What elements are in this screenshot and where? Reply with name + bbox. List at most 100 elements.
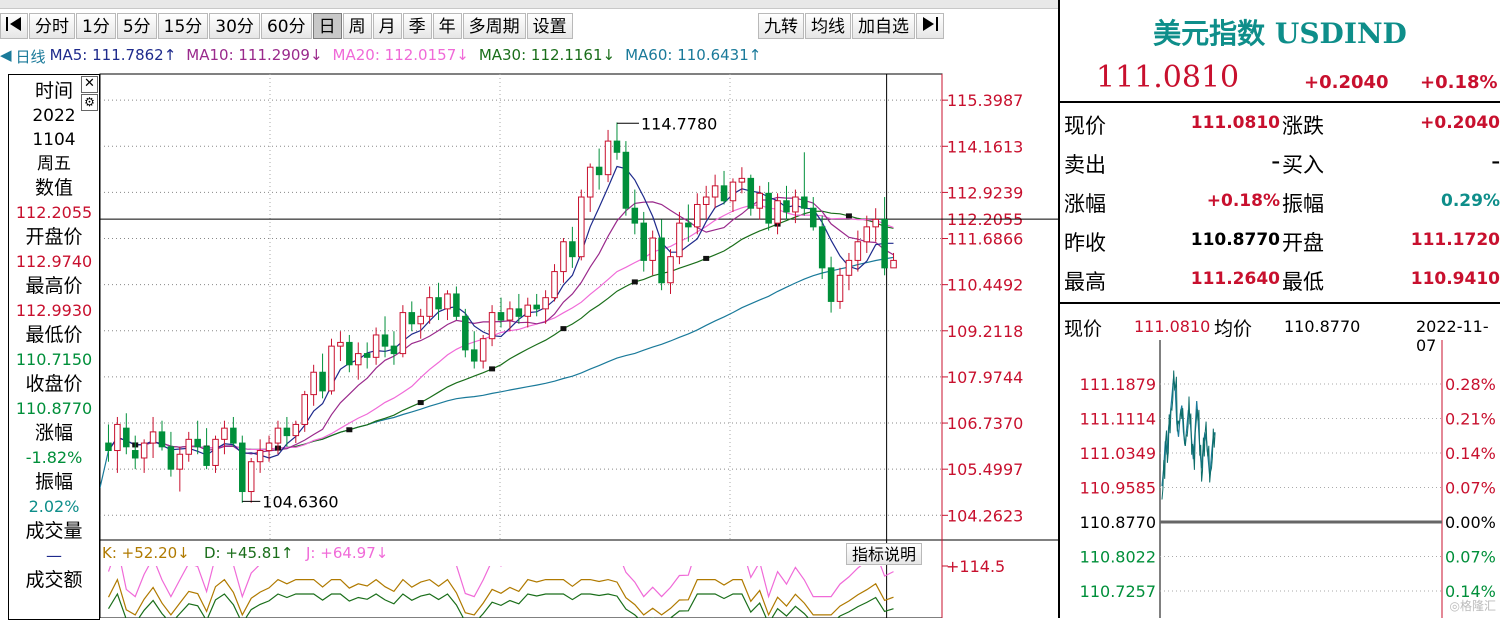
last-price: 111.0810 [1096,60,1239,95]
minute-pct-label: 0.00% [1445,513,1496,532]
candle-body [373,335,379,357]
price-axis-label: 104.2623 [947,506,1023,525]
candle-body [659,238,665,283]
minute-detail-line [1162,371,1215,500]
data-window-label: 数值 [9,176,99,201]
candle-body [605,141,611,175]
candle-body [338,342,344,346]
kdj-legend-item: K: +52.20↓ [102,544,190,562]
indicator-help-button[interactable]: 指标说明 [846,543,922,565]
price-axis-label: 114.1613 [947,137,1023,156]
quote-row: 最高111.2640最低110.9410 [1060,260,1500,298]
kdj-k-line [109,580,894,615]
data-window-label: 最高价 [9,274,99,299]
candle-body [231,428,237,443]
price-axis-label: 109.2118 [947,322,1023,341]
candle-body [159,432,165,447]
price-axis-label: 115.3987 [947,91,1023,110]
price-change-pct: +0.18% [1420,72,1498,93]
data-window-label: 成交额 [9,568,99,593]
candle-body [454,294,460,316]
price-axis-label: 106.7370 [947,414,1023,433]
minute-price-label: 111.1879 [1080,375,1156,394]
quote-value: 111.1720 [1411,230,1500,250]
candle-body [204,447,210,466]
candle-body [364,354,370,358]
divider [1060,302,1500,304]
kline-chart[interactable]: 115.3987114.1613112.9239112.2055111.6866… [0,0,1058,618]
plot-frame [100,74,942,618]
minute-price-label: 111.1114 [1080,410,1156,429]
candle-body [641,223,647,260]
data-window-value: 110.7150 [9,348,99,372]
candle-body [873,219,879,226]
candle-body [186,439,192,454]
candle-body [739,178,745,182]
minute-pct-label: 0.28% [1445,375,1496,394]
data-window-label: 成交量 [9,519,99,544]
quote-label: 振幅 [1282,188,1324,218]
quote-label: 涨幅 [1064,188,1106,218]
quote-value: 111.0810 [1191,113,1280,133]
ma-marker [418,400,424,405]
minute-pct-label: 0.21% [1445,410,1496,429]
candle-body [525,305,531,316]
candle-body [757,193,763,208]
candle-body [115,424,121,450]
minute-pct-label: 0.14% [1445,444,1496,463]
candle-body [418,316,424,323]
candle-body [543,298,549,309]
candle-body [240,443,246,491]
candle-body [391,346,397,353]
quote-value: – [1492,152,1500,172]
data-window-label: 涨幅 [9,421,99,446]
minute-pct-label: 0.07% [1445,548,1496,567]
candle-body [355,354,361,365]
quote-value: 110.8770 [1191,230,1280,250]
minute-chart[interactable]: 111.1879 0.28% 111.1114 0.21% 111.0349 0.14% 1… [1060,340,1500,618]
candle-body [721,186,727,201]
minute-header-avg: 110.8770 [1284,317,1360,336]
candle-body [284,428,290,435]
candle-body [141,443,147,458]
candle-body [748,178,754,208]
candle-body [507,309,513,320]
candle-body [864,227,870,242]
quote-label: 现价 [1064,110,1106,140]
candle-body [882,219,888,267]
candle-body [124,428,130,447]
candle-body [614,141,620,152]
ma-marker [846,213,852,218]
minute-price-label: 111.0349 [1080,444,1156,463]
candle-body [498,313,504,320]
gear-icon[interactable]: ⚙ [81,94,98,111]
candle-body [427,298,433,317]
candle-body [712,186,718,197]
candle-body [400,313,406,354]
high-annotation: 114.7780 [641,114,717,133]
candle-body [828,268,834,302]
close-icon[interactable]: ✕ [81,76,98,93]
kdj-d-line [109,594,894,618]
minute-price-label: 110.8022 [1080,548,1156,567]
quote-panel: 美元指数 USDIND 111.0810 +0.2040 +0.18% 现价11… [1058,0,1500,618]
quote-value: 110.9410 [1411,269,1500,289]
candle-body [793,197,799,212]
candle-body [668,257,674,283]
candle-body [837,275,843,301]
quote-row: 现价111.0810涨跌+0.2040 [1060,104,1500,142]
ma20-line [109,205,894,450]
kdj-legend-item: J: +64.97↓ [305,544,388,562]
quote-label: 开盘 [1282,227,1324,257]
minute-pct-label: 0.07% [1445,479,1496,498]
quote-row: 昨收110.8770开盘111.1720 [1060,221,1500,259]
candle-body [587,167,593,197]
candle-body [552,272,558,298]
data-window-panel: 时间20221104周五数值112.2055开盘价112.9740最高价112.… [8,74,100,620]
candle-body [766,193,772,223]
low-annotation: 104.6360 [262,492,338,511]
data-window-label: 最低价 [9,323,99,348]
price-axis-label: 105.4997 [947,460,1023,479]
candle-body [695,204,701,226]
candle-body [579,197,585,257]
